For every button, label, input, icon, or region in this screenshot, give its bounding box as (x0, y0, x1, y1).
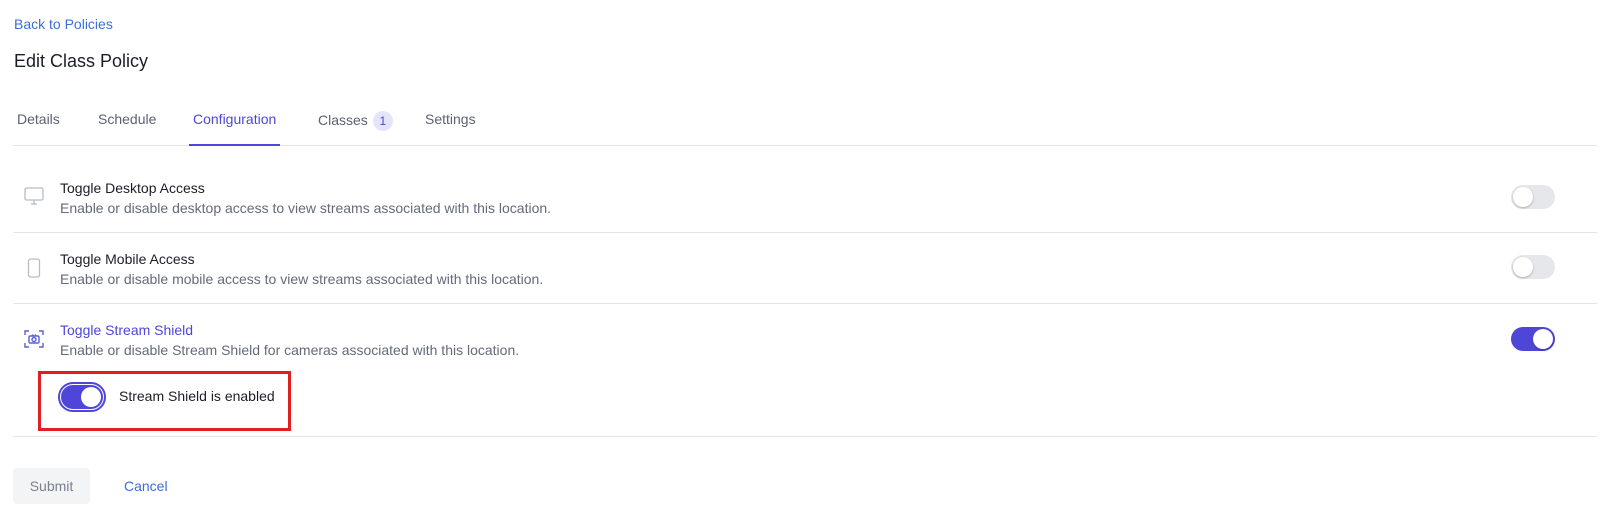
toggle-knob (81, 387, 101, 407)
back-to-policies-link[interactable]: Back to Policies (14, 16, 113, 32)
classes-count-badge: 1 (372, 111, 393, 131)
stream-shield-enabled-toggle[interactable] (61, 385, 103, 409)
stream-shield-toggle[interactable] (1511, 327, 1555, 351)
setting-row-stream-shield: Toggle Stream Shield Enable or disable S… (13, 304, 1597, 437)
tab-label: Details (17, 111, 60, 127)
setting-title: Toggle Desktop Access (60, 180, 205, 196)
camera-shield-icon (23, 328, 45, 350)
mobile-access-toggle[interactable] (1511, 255, 1555, 279)
cancel-button[interactable]: Cancel (124, 478, 168, 494)
submit-button[interactable]: Submit (13, 468, 90, 504)
toggle-knob (1513, 257, 1533, 277)
tab-configuration[interactable]: Configuration (189, 100, 281, 146)
toggle-knob (1533, 329, 1553, 349)
tab-schedule[interactable]: Schedule (98, 100, 156, 146)
mobile-icon (23, 257, 45, 279)
tab-label: Classes (318, 112, 368, 128)
setting-description: Enable or disable mobile access to view … (60, 271, 544, 287)
tab-bar: Details Schedule Configuration Classes 1 … (13, 100, 1597, 146)
tab-label: Schedule (98, 111, 157, 127)
tab-label: Configuration (193, 111, 277, 127)
tab-classes[interactable]: Classes 1 (318, 100, 393, 146)
stream-shield-enabled-toggle-focus-ring (58, 382, 106, 412)
monitor-icon (23, 185, 45, 207)
setting-title: Toggle Stream Shield (60, 322, 194, 338)
desktop-access-toggle[interactable] (1511, 185, 1555, 209)
setting-row-mobile-access: Toggle Mobile Access Enable or disable m… (13, 233, 1597, 304)
setting-row-desktop-access: Toggle Desktop Access Enable or disable … (13, 162, 1597, 233)
tab-label: Settings (425, 111, 476, 127)
page-title: Edit Class Policy (14, 51, 149, 71)
setting-description: Enable or disable Stream Shield for came… (60, 342, 520, 358)
setting-title: Toggle Mobile Access (60, 251, 195, 267)
tab-details[interactable]: Details (17, 100, 60, 146)
stream-shield-status-label: Stream Shield is enabled (119, 388, 275, 404)
setting-description: Enable or disable desktop access to view… (60, 200, 552, 216)
tab-settings[interactable]: Settings (425, 100, 476, 146)
toggle-knob (1513, 187, 1533, 207)
